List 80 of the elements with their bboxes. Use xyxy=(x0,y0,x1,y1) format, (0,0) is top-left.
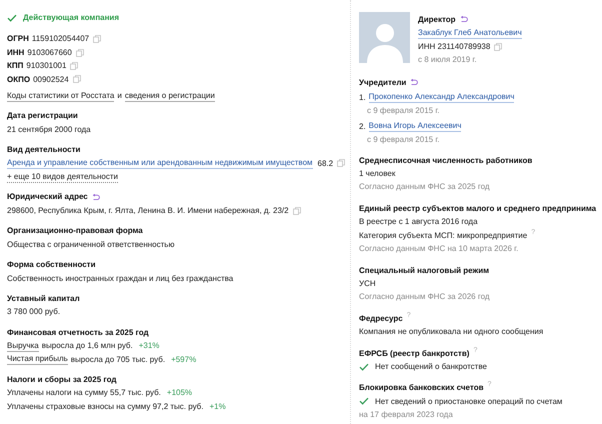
field-value: УСН xyxy=(359,278,377,290)
growth-percent: +31% xyxy=(138,340,160,352)
copy-icon[interactable] xyxy=(76,48,84,57)
metric-text: Уплачены налоги на сумму 55,7 тыс. руб. xyxy=(7,387,161,400)
copy-icon[interactable] xyxy=(337,159,346,168)
section-title: Уставный капитал xyxy=(7,292,80,305)
section-title: Финансовая отчетность за 2025 год xyxy=(7,326,149,339)
field-value: 1 человек xyxy=(359,168,396,180)
address-text: 298600, Республика Крым, г. Ялта, Ленина В. И. Имени набережная, д. 23/2 xyxy=(7,204,289,217)
director-name-link[interactable]: Закаблук Глеб Анатольевич xyxy=(418,27,522,40)
list-number: 1. xyxy=(359,92,366,104)
metric-text: выросла до 705 тыс. руб. xyxy=(70,354,166,366)
field-value: 3 780 000 руб. xyxy=(7,306,62,318)
growth-percent: +1% xyxy=(209,400,226,413)
section-title: Среднесписочная численность работников xyxy=(359,154,532,167)
joiner-text: и xyxy=(117,90,122,102)
code-value: 1159102054407 xyxy=(32,33,90,46)
history-icon[interactable] xyxy=(92,194,100,201)
field-value: Компания не опубликовала ни одного сообщения xyxy=(359,326,544,338)
metric-term-link[interactable]: Чистая прибыль xyxy=(7,353,68,366)
copy-icon[interactable] xyxy=(70,62,78,70)
code-value: 9103067660 xyxy=(27,46,72,59)
code-label: КПП xyxy=(7,60,24,72)
section-title: Налоги и сборы за 2025 год xyxy=(7,374,116,386)
section-title: Единый реестр субъектов малого и среднего предпринима xyxy=(359,202,596,215)
code-value: 910301001 xyxy=(26,60,66,72)
field-value: Категория субъекта МСП: микропредприятие xyxy=(359,230,528,242)
metric-term-link[interactable]: Выручка xyxy=(7,340,39,352)
section-title: Организационно-правовая форма xyxy=(7,225,143,238)
director-inn: ИНН 231140789938 xyxy=(418,40,490,53)
field-value: Собственность иностранных граждан и лиц без гражданства xyxy=(7,272,234,285)
registration-info-link[interactable]: сведения о регистрации xyxy=(124,90,215,102)
section-title: Дата регистрации xyxy=(7,110,78,122)
more-activities-link[interactable]: + еще 10 видов деятельности xyxy=(7,171,118,184)
activity-code: 68.2 xyxy=(318,158,334,170)
section-title: Блокировка банковских счетов xyxy=(359,382,484,394)
since-date: с 9 февраля 2015 г. xyxy=(366,105,440,118)
activity-link[interactable]: Аренда и управление собственным или арендованным недвижимым имуществом xyxy=(7,157,313,170)
since-date: с 9 февраля 2015 г. xyxy=(366,134,440,146)
metric-text: Уплачены страховые взносы на сумму 97,2 тыс. руб. xyxy=(7,400,204,413)
field-value: Общества с ограниченной ответственностью xyxy=(7,238,176,251)
field-value: 21 сентября 2000 года xyxy=(7,124,92,136)
role-title: Директор xyxy=(418,14,456,26)
section-title: Специальный налоговый режим xyxy=(359,264,490,277)
rosstat-codes-link[interactable]: Коды статистики от Росстата xyxy=(7,90,114,102)
founder-name-link[interactable]: Прокопенко Александр Александрович xyxy=(368,91,514,104)
section-title: Юридический адрес xyxy=(7,191,88,204)
copy-icon[interactable] xyxy=(93,35,102,44)
source-note: Согласно данным ФНС на 10 марта 2026 г. xyxy=(359,243,520,256)
check-icon xyxy=(7,14,17,22)
list-number: 2. xyxy=(359,120,366,133)
code-value: 00902524 xyxy=(33,74,69,86)
check-icon xyxy=(359,397,369,406)
source-note: Согласно данным ФНС за 2026 год xyxy=(359,291,491,304)
source-note: Согласно данным ФНС за 2025 год xyxy=(359,181,491,194)
metric-text: выросла до 1,6 млн руб. xyxy=(42,340,133,352)
section-title: Форма собственности xyxy=(7,259,96,272)
code-label: ОКПО xyxy=(7,74,30,86)
section-title: Учредители xyxy=(359,76,406,89)
section-title: Вид деятельности xyxy=(7,144,80,156)
avatar-placeholder xyxy=(359,12,410,63)
company-status: Действующая компания xyxy=(23,12,120,24)
code-label: ОГРН xyxy=(7,33,29,46)
growth-percent: +597% xyxy=(171,354,196,366)
since-date: с 8 июля 2019 г. xyxy=(418,54,478,66)
growth-percent: +105% xyxy=(166,387,192,400)
history-icon[interactable] xyxy=(460,16,468,24)
section-title: ЕФРСБ (реестр банкротств) xyxy=(359,348,470,360)
field-value: Нет сообщений о банкротстве xyxy=(375,360,487,373)
field-value: В реестре с 1 августа 2016 года xyxy=(359,216,479,228)
history-icon[interactable] xyxy=(410,78,418,86)
copy-icon[interactable] xyxy=(292,206,301,215)
field-value: Нет сведений о приостановке операций по счетам xyxy=(375,396,562,408)
check-icon xyxy=(359,362,369,371)
code-label: ИНН xyxy=(7,46,24,59)
copy-icon[interactable] xyxy=(72,75,81,84)
source-note: на 17 февраля 2023 года xyxy=(359,409,454,422)
founder-name-link[interactable]: Вовна Игорь Алексеевич xyxy=(368,120,462,132)
section-title: Федресурс xyxy=(359,312,403,325)
copy-icon[interactable] xyxy=(494,42,502,51)
